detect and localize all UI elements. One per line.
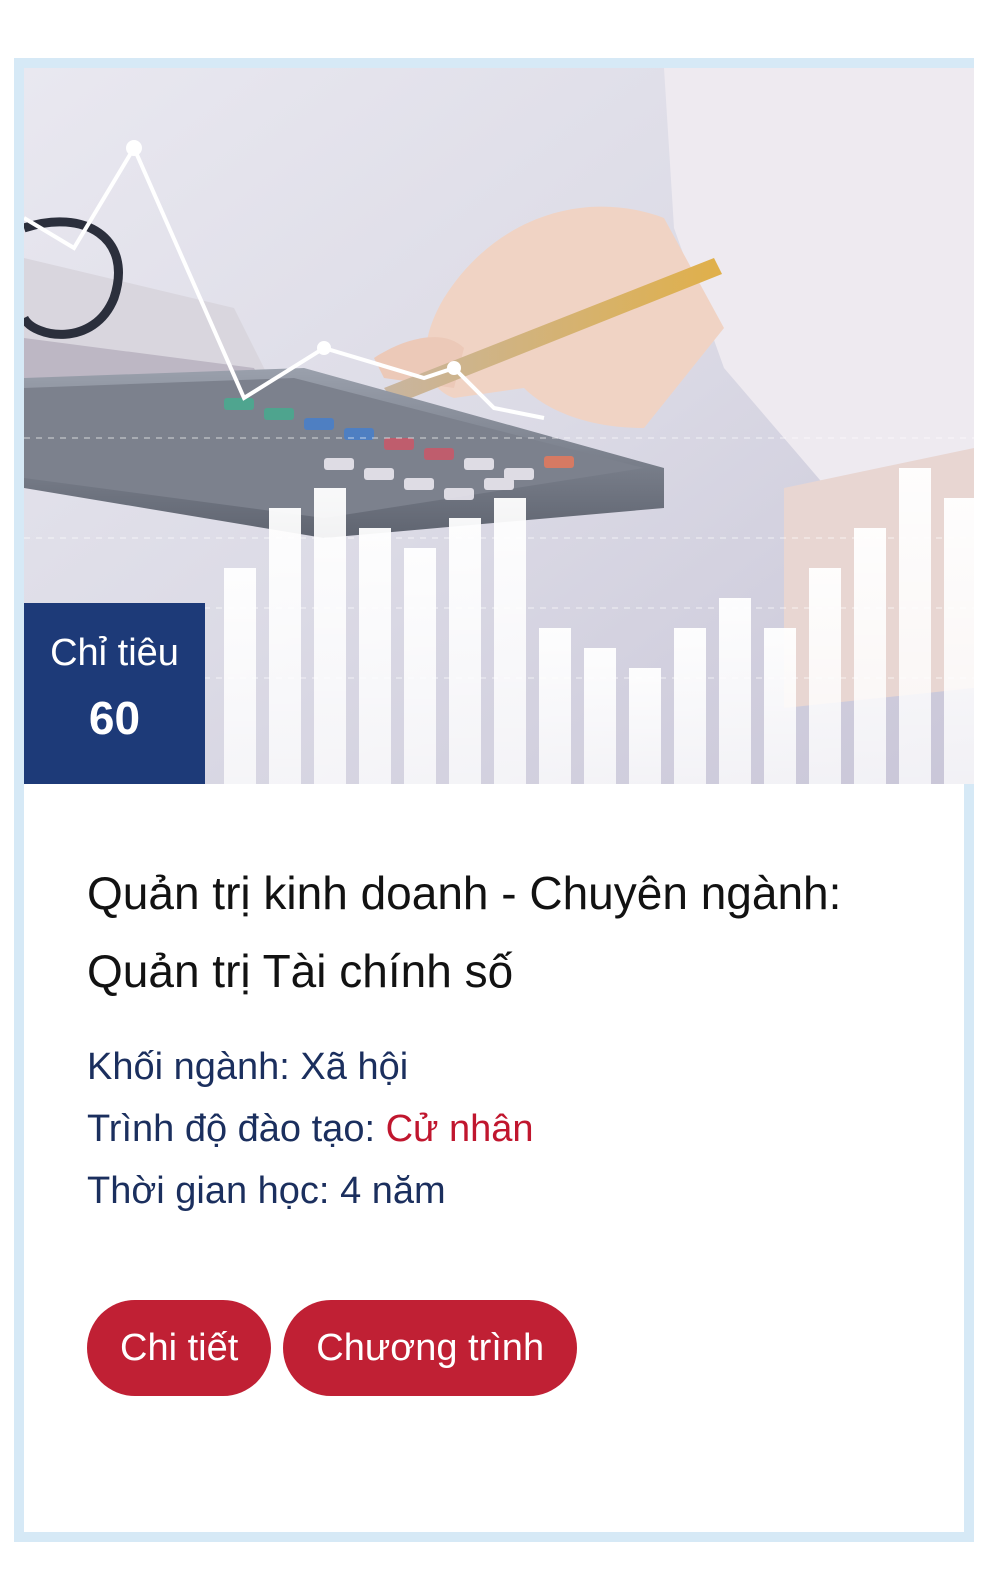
program-card: Chỉ tiêu 60 Quản trị kinh doanh - Chuyên… xyxy=(14,58,974,1542)
detail-level: Trình độ đào tạo: Cử nhân xyxy=(87,1098,927,1160)
card-actions: Chi tiết Chương trình xyxy=(87,1300,927,1396)
duration-label: Thời gian học: xyxy=(87,1170,330,1212)
block-label: Khối ngành: xyxy=(87,1046,290,1088)
detail-duration: Thời gian học: 4 năm xyxy=(87,1160,927,1222)
program-details: Khối ngành: Xã hội Trình độ đào tạo: Cử … xyxy=(87,1036,927,1222)
program-button[interactable]: Chương trình xyxy=(283,1300,578,1396)
detail-block: Khối ngành: Xã hội xyxy=(87,1036,927,1098)
program-title[interactable]: Quản trị kinh doanh - Chuyên ngành: Quản… xyxy=(87,854,927,1010)
quota-label: Chỉ tiêu xyxy=(50,632,179,674)
quota-value: 60 xyxy=(88,691,141,744)
block-value: Xã hội xyxy=(300,1046,409,1088)
card-content: Quản trị kinh doanh - Chuyên ngành: Quản… xyxy=(87,784,927,1396)
quota-badge: Chỉ tiêu 60 xyxy=(24,603,205,784)
program-image: Chỉ tiêu 60 xyxy=(24,68,974,784)
detail-button[interactable]: Chi tiết xyxy=(87,1300,272,1396)
duration-value: 4 năm xyxy=(340,1170,446,1212)
level-label: Trình độ đào tạo: xyxy=(87,1108,376,1150)
level-value: Cử nhân xyxy=(385,1108,534,1150)
